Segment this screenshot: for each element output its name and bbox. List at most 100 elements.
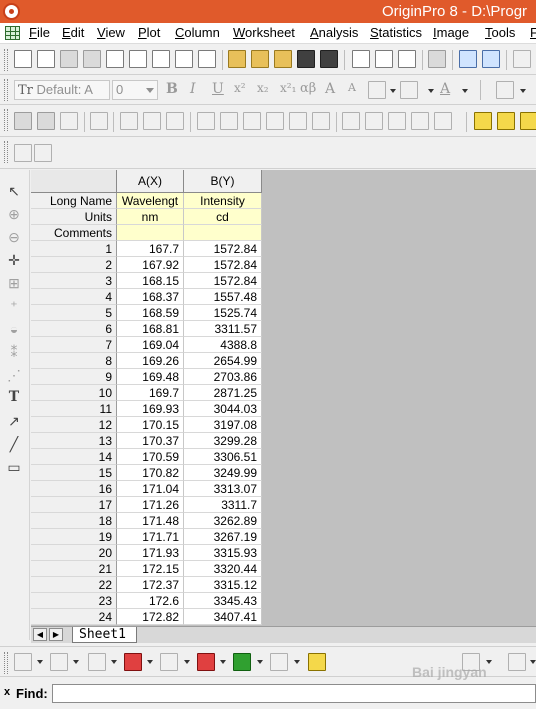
cell-a[interactable]: 169.7	[117, 385, 184, 401]
row-number[interactable]: 18	[31, 513, 117, 529]
row-number[interactable]: 22	[31, 577, 117, 593]
print-icon[interactable]	[428, 50, 446, 68]
row-number[interactable]: 1	[31, 241, 117, 257]
chevron-down-icon[interactable]	[486, 660, 492, 664]
chevron-down-icon[interactable]	[257, 660, 263, 664]
cell-b[interactable]: 3320.44	[184, 561, 262, 577]
origin-logo-icon[interactable]	[3, 3, 20, 20]
long-name-cell-a[interactable]: Wavelengt	[117, 193, 184, 209]
toolbar-grip[interactable]	[4, 79, 8, 101]
data-reader-icon[interactable]: ⊞	[5, 274, 23, 292]
comments-cell-b[interactable]	[184, 225, 262, 241]
cell-b[interactable]: 1525.74	[184, 305, 262, 321]
increase-font-button[interactable]: A	[325, 81, 335, 97]
chevron-down-icon[interactable]	[428, 89, 434, 93]
cell-b[interactable]: 3311.7	[184, 497, 262, 513]
cell-b[interactable]: 2871.25	[184, 385, 262, 401]
comments-cell-a[interactable]	[117, 225, 184, 241]
zoom-out-icon[interactable]: ⊖	[5, 228, 23, 246]
toolbar-grip[interactable]	[4, 652, 8, 674]
screen-reader-icon[interactable]: ✛	[5, 251, 23, 269]
data-selector-icon[interactable]: ⁺	[5, 297, 23, 315]
menu-plot[interactable]: Plot	[138, 25, 160, 40]
cell-b[interactable]: 3315.12	[184, 577, 262, 593]
row-number[interactable]: 11	[31, 401, 117, 417]
comments-label[interactable]: Comments	[31, 225, 117, 241]
open-excel-icon[interactable]	[251, 50, 269, 68]
align-horizontal-icon[interactable]	[312, 112, 330, 130]
chevron-down-icon[interactable]	[184, 660, 190, 664]
area-plot-icon[interactable]	[233, 653, 251, 671]
cell-a[interactable]: 167.7	[117, 241, 184, 257]
region-of-interest-icon[interactable]: ◒	[5, 320, 23, 338]
save-project-icon[interactable]	[297, 50, 315, 68]
cell-a[interactable]: 171.71	[117, 529, 184, 545]
align-justify-icon[interactable]	[342, 112, 360, 130]
menu-analysis[interactable]: Analysis	[310, 25, 358, 40]
cell-a[interactable]: 169.48	[117, 369, 184, 385]
cell-a[interactable]: 170.82	[117, 465, 184, 481]
worksheet-view-icon[interactable]	[60, 112, 78, 130]
long-name-label[interactable]: Long Name	[31, 193, 117, 209]
layout-one-icon[interactable]	[120, 112, 138, 130]
mask-points-icon[interactable]: ⁑	[5, 343, 23, 361]
polar-plot-icon[interactable]	[270, 653, 288, 671]
cell-a[interactable]: 171.04	[117, 481, 184, 497]
toolbar-grip[interactable]	[4, 109, 8, 131]
cell-a[interactable]: 167.92	[117, 257, 184, 273]
new-worksheet-icon[interactable]	[37, 50, 55, 68]
open-icon[interactable]	[228, 50, 246, 68]
select-all-corner[interactable]	[31, 170, 117, 193]
new-excel-icon[interactable]	[60, 50, 78, 68]
grid-icon[interactable]	[434, 112, 452, 130]
row-number[interactable]: 24	[31, 609, 117, 625]
menu-file[interactable]: File	[29, 25, 50, 40]
cell-b[interactable]: 2654.99	[184, 353, 262, 369]
cell-b[interactable]: 3315.93	[184, 545, 262, 561]
chevron-down-icon[interactable]	[73, 660, 79, 664]
open-template-icon[interactable]	[274, 50, 292, 68]
supersubscript-button[interactable]: x²₁	[280, 81, 296, 95]
align-top-objects-icon[interactable]	[243, 112, 261, 130]
row-number[interactable]: 23	[31, 593, 117, 609]
units-cell-a[interactable]: nm	[117, 209, 184, 225]
cell-b[interactable]: 1572.84	[184, 257, 262, 273]
row-number[interactable]: 6	[31, 321, 117, 337]
cell-b[interactable]: 3044.03	[184, 401, 262, 417]
cell-b[interactable]: 1557.48	[184, 289, 262, 305]
layout-two-icon[interactable]	[143, 112, 161, 130]
new-function-icon[interactable]	[129, 50, 147, 68]
highlight-icon[interactable]	[520, 112, 536, 130]
close-icon[interactable]: x	[4, 686, 10, 698]
zoom-tool-icon[interactable]	[37, 112, 55, 130]
worksheet-window-icon[interactable]	[5, 26, 20, 40]
cell-b[interactable]: 3345.43	[184, 593, 262, 609]
line-symbol-plot-icon[interactable]	[88, 653, 106, 671]
row-number[interactable]: 8	[31, 353, 117, 369]
row-number[interactable]: 15	[31, 465, 117, 481]
double-y-plot-icon[interactable]	[160, 653, 178, 671]
chevron-down-icon[interactable]	[147, 660, 153, 664]
row-number[interactable]: 14	[31, 449, 117, 465]
font-size-select[interactable]: 0	[112, 80, 158, 100]
find-input[interactable]	[52, 684, 536, 703]
cell-a[interactable]: 169.93	[117, 401, 184, 417]
align-bottom-objects-icon[interactable]	[266, 112, 284, 130]
cell-a[interactable]: 168.81	[117, 321, 184, 337]
add-column-icon[interactable]	[365, 112, 383, 130]
column-header-a[interactable]: A(X)	[117, 170, 184, 193]
column-plot-icon[interactable]	[124, 653, 142, 671]
row-number[interactable]: 20	[31, 545, 117, 561]
project-explorer-icon[interactable]	[513, 50, 531, 68]
cell-b[interactable]: 3311.57	[184, 321, 262, 337]
line-style-icon[interactable]	[400, 81, 418, 99]
3d-surface-icon[interactable]	[508, 653, 526, 671]
graph-tools-icon[interactable]	[90, 112, 108, 130]
row-number[interactable]: 12	[31, 417, 117, 433]
new-notes-icon[interactable]	[175, 50, 193, 68]
font-select[interactable]: Tr Default: A	[14, 80, 110, 100]
toolbar-grip[interactable]	[4, 49, 8, 71]
import-wizard-icon[interactable]	[398, 50, 416, 68]
import-multiple-ascii-icon[interactable]	[375, 50, 393, 68]
row-number[interactable]: 10	[31, 385, 117, 401]
